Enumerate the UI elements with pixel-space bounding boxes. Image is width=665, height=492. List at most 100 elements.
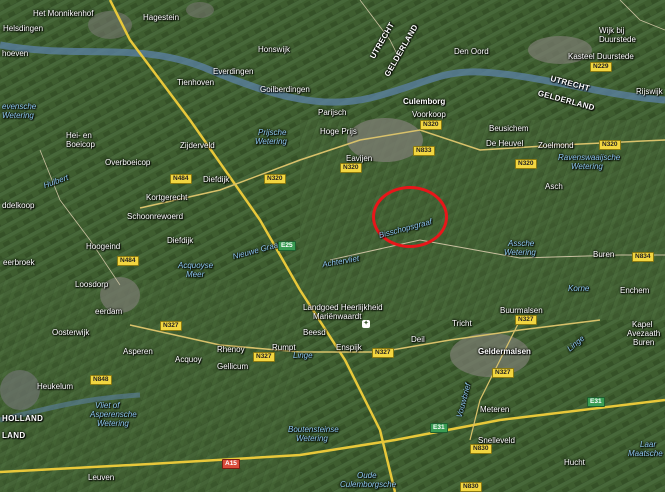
satellite-map[interactable]: ✦ Het Monnikenhof Hagestein Helsdingen h… [0, 0, 665, 492]
label-hoge-prijs: Hoge Prijs [320, 127, 357, 136]
label-culemborg: Culemborg [403, 97, 446, 106]
label-helsdingen: Helsdingen [3, 24, 44, 33]
road-shield-n830-b: N830 [460, 482, 482, 492]
label-kortgerecht: Kortgerecht [146, 193, 188, 202]
label-diefdijk-1: Diefdijk [203, 175, 230, 184]
label-everdingen: Everdingen [213, 67, 254, 76]
label-rijswijk: Rijswijk [636, 87, 663, 96]
landmark-icon: ✦ [362, 320, 370, 328]
label-land: LAND [2, 431, 26, 440]
label-eavijen: Eavijen [346, 154, 373, 163]
label-acquoy: Acquoy [175, 355, 202, 364]
label-heukelum: Heukelum [37, 382, 74, 391]
label-tienhoven: Tienhoven [177, 78, 215, 87]
road-shield-n320-a: N320 [420, 120, 442, 130]
water-revensche: evensche [2, 102, 37, 111]
road-shield-n327-a: N327 [160, 321, 182, 331]
water-boutensteinse-1: Boutensteinse [288, 425, 339, 434]
label-diefdijk-2: Diefdijk [167, 236, 194, 245]
label-honswijk: Honswijk [258, 45, 291, 54]
water-ravenswaaijsche-2: Wetering [571, 162, 603, 171]
label-parijsch: Parijsch [318, 108, 347, 117]
road-shield-n320-d: N320 [515, 159, 537, 169]
label-zijderveld: Zijderveld [180, 141, 215, 150]
label-ddelkoop: ddelkoop [2, 201, 35, 210]
label-hoogeind: Hoogeind [86, 242, 121, 251]
label-wijk-bij-1: Wijk bij [599, 26, 625, 35]
water-vliet-3: Wetering [97, 419, 129, 428]
label-kapel-3: Buren [633, 338, 655, 347]
road-shield-n320-e: N320 [599, 140, 621, 150]
label-eerbroek: eerbroek [3, 258, 35, 267]
road-shield-a15: A15 [222, 459, 240, 469]
road-shield-n830-a: N830 [470, 444, 492, 454]
label-enchem: Enchem [620, 286, 650, 295]
water-acquoyse-1: Acquoyse [178, 261, 214, 270]
label-de-heuvel: De Heuvel [486, 139, 524, 148]
label-oosterwijk: Oosterwijk [52, 328, 90, 337]
road-shield-n327-d: N327 [515, 315, 537, 325]
road-shield-e31-b: E31 [587, 397, 605, 407]
water-korne: Korne [568, 284, 590, 293]
label-rhenoy: Rhenoy [217, 345, 245, 354]
label-deil: Deil [411, 335, 425, 344]
label-beusichem: Beusichem [489, 124, 529, 133]
road-shield-n327-e: N327 [492, 368, 514, 378]
label-enspijk: Enspijk [336, 343, 362, 352]
water-linge-1: Linge [293, 351, 313, 360]
label-kapel-2: Avezaath [627, 329, 661, 338]
road-shield-n327-b: N327 [253, 352, 275, 362]
label-hagestein: Hagestein [143, 13, 180, 22]
label-meteren: Meteren [480, 405, 510, 414]
road-shield-n484-b: N484 [117, 256, 139, 266]
road-shield-n848: N848 [90, 375, 112, 385]
label-geldermalsen: Geldermalsen [478, 347, 531, 356]
water-vliet-1: Vliet of [95, 401, 120, 410]
label-hei-en-1: Hei- en [66, 131, 92, 140]
label-voorkoop: Voorkoop [412, 110, 446, 119]
label-wijk-bij-2: Duurstede [599, 35, 636, 44]
label-schoonrewoerd: Schoonrewoerd [127, 212, 184, 221]
label-loosdorp: Loosdorp [75, 280, 109, 289]
label-het-monnikenhof: Het Monnikenhof [33, 9, 94, 18]
water-wetering-w: Wetering [2, 111, 34, 120]
label-overboeicop: Overboeicop [105, 158, 151, 167]
water-laar: Laar [640, 440, 657, 449]
label-leuven: Leuven [88, 473, 115, 482]
label-asch: Asch [545, 182, 563, 191]
water-ravenswaaijsche-1: Ravenswaaijsche [558, 153, 621, 162]
label-buurmalsen: Buurmalsen [500, 306, 543, 315]
water-maatsche: Maatsche [628, 449, 663, 458]
road-shield-e25: E25 [278, 241, 296, 251]
label-landgoed-2: Mariënwaardt [313, 312, 362, 321]
road-shield-e31-a: E31 [430, 423, 448, 433]
water-acquoyse-2: Meer [186, 270, 205, 279]
label-tricht: Tricht [452, 319, 472, 328]
label-eerdam: eerdam [95, 307, 123, 316]
label-hoeven: hoeven [2, 49, 29, 58]
label-kapel-1: Kapel [632, 320, 653, 329]
label-hei-en-2: Boeicop [66, 140, 95, 149]
label-goilberdingen: Goilberdingen [260, 85, 310, 94]
label-asperen: Asperen [123, 347, 153, 356]
water-oude-2: Culemborgsche [340, 480, 397, 489]
label-beesd: Beesd [303, 328, 326, 337]
water-boutensteinse-2: Wetering [296, 434, 328, 443]
road-shield-n833: N833 [413, 146, 435, 156]
label-hucht: Hucht [564, 458, 585, 467]
label-landgoed-1: Landgoed Heerlijkheid [303, 303, 383, 312]
water-vliet-2: Asperensche [90, 410, 137, 419]
road-shield-n320-c: N320 [264, 174, 286, 184]
label-buren: Buren [593, 250, 615, 259]
label-den-oord: Den Oord [454, 47, 489, 56]
water-prijsche-2: Wetering [255, 137, 287, 146]
water-assche-2: Wetering [504, 248, 536, 257]
road-shield-n229: N229 [590, 62, 612, 72]
label-gellicum: Gellicum [217, 362, 249, 371]
label-kasteel-duurstede: Kasteel Duurstede [568, 52, 634, 61]
road-shield-n320-b: N320 [340, 163, 362, 173]
road-shield-n834: N834 [632, 252, 654, 262]
road-shield-n327-c: N327 [372, 348, 394, 358]
water-oude-1: Oude [357, 471, 377, 480]
label-zoelmond: Zoelmond [538, 141, 574, 150]
